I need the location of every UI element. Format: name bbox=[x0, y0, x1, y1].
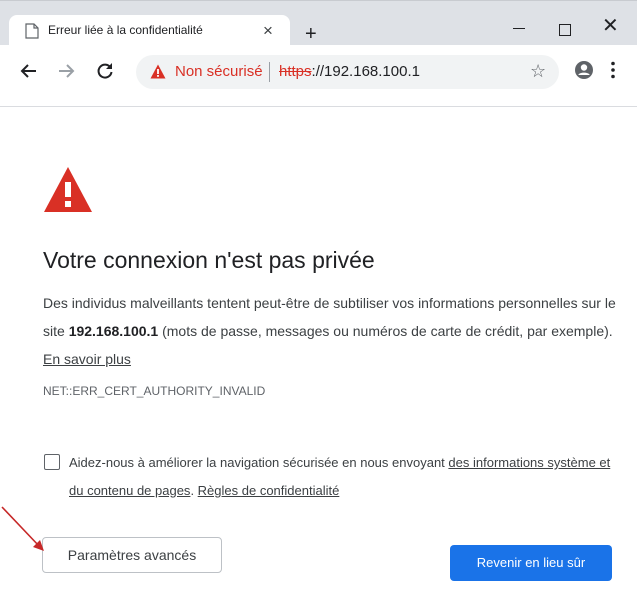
url-host: ://192.168.100.1 bbox=[311, 63, 420, 80]
maximize-icon[interactable] bbox=[559, 24, 571, 36]
tab-close-icon[interactable]: × bbox=[263, 21, 273, 41]
learn-more-link[interactable]: En savoir plus bbox=[43, 351, 131, 367]
browser-toolbar: Non sécurisé https://192.168.100.1 ☆ bbox=[0, 45, 637, 107]
url-text[interactable]: https://192.168.100.1 bbox=[279, 63, 420, 80]
profile-avatar-icon[interactable] bbox=[574, 60, 594, 80]
advanced-settings-button[interactable]: Paramètres avancés bbox=[42, 537, 222, 573]
back-to-safety-button[interactable]: Revenir en lieu sûr bbox=[450, 545, 612, 581]
site-host: 192.168.100.1 bbox=[68, 323, 159, 339]
window-close-icon[interactable]: ✕ bbox=[602, 16, 619, 36]
error-code: NET::ERR_CERT_AUTHORITY_INVALID bbox=[43, 384, 266, 398]
safe-browsing-checkbox[interactable] bbox=[44, 454, 60, 470]
interstitial-page: Votre connexion n'est pas privée Des ind… bbox=[0, 107, 637, 598]
page-icon bbox=[25, 23, 39, 39]
warning-triangle-icon[interactable] bbox=[150, 64, 166, 79]
menu-dots-icon[interactable] bbox=[611, 61, 615, 79]
reload-icon[interactable] bbox=[96, 62, 114, 80]
address-bar[interactable]: Non sécurisé https://192.168.100.1 ☆ bbox=[136, 55, 559, 89]
optin-text-1: Aidez-nous à améliorer la navigation séc… bbox=[69, 455, 449, 470]
warning-triangle-icon bbox=[44, 167, 92, 212]
optin-text-2: . bbox=[190, 483, 198, 498]
annotation-arrow-icon bbox=[1, 506, 44, 551]
url-scheme: https bbox=[279, 63, 312, 80]
tab-active[interactable]: Erreur liée à la confidentialité × bbox=[9, 15, 290, 46]
not-secure-label[interactable]: Non sécurisé bbox=[175, 63, 263, 80]
warning-description: Des individus malveillants tentent peut-… bbox=[43, 289, 623, 373]
new-tab-icon[interactable]: + bbox=[305, 24, 317, 44]
privacy-policy-link[interactable]: Règles de confidentialité bbox=[198, 483, 340, 498]
forward-arrow-icon[interactable] bbox=[57, 62, 75, 80]
desc-text-2: (mots de passe, messages ou numéros de c… bbox=[158, 323, 613, 339]
tab-strip: Erreur liée à la confidentialité × + ✕ bbox=[0, 0, 637, 46]
safe-browsing-opt-in-text: Aidez-nous à améliorer la navigation séc… bbox=[69, 449, 614, 505]
omnibox-separator bbox=[269, 62, 270, 82]
bookmark-star-icon[interactable]: ☆ bbox=[530, 61, 546, 82]
back-arrow-icon[interactable] bbox=[20, 62, 38, 80]
minimize-icon[interactable] bbox=[513, 28, 525, 29]
tab-title: Erreur liée à la confidentialité bbox=[48, 23, 203, 37]
page-title: Votre connexion n'est pas privée bbox=[43, 247, 375, 273]
